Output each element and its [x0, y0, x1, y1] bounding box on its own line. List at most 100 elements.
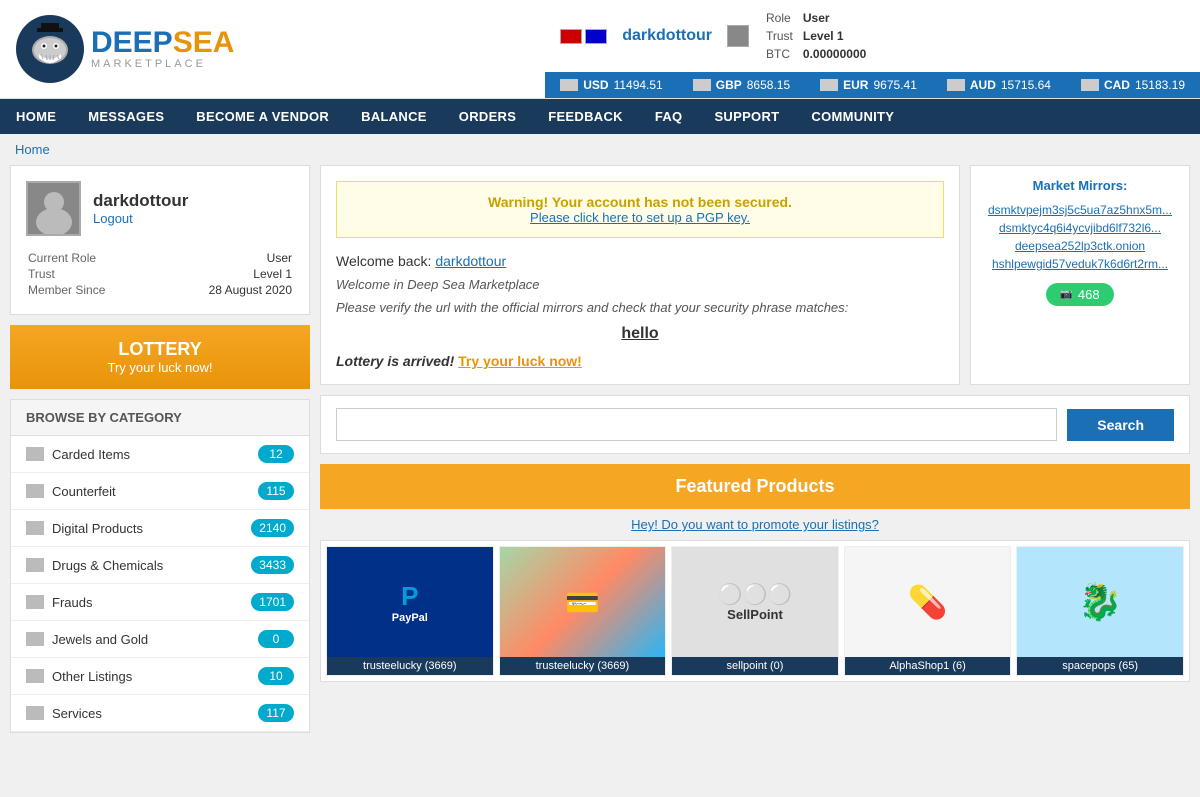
- profile-name-section: darkdottour Logout: [93, 191, 188, 226]
- online-badge: 📷 468: [1046, 283, 1113, 306]
- currency-item-aud: AUD 15715.64: [947, 78, 1051, 92]
- flag-2: [585, 29, 607, 44]
- current-role-label: Current Role: [28, 251, 154, 265]
- mirror-link[interactable]: dsmktvpejm3sj5c5ua7az5hnx5m...: [983, 203, 1177, 217]
- category-item[interactable]: Other Listings 10: [11, 658, 309, 695]
- category-item[interactable]: Carded Items 12: [11, 436, 309, 473]
- member-since-label: Member Since: [28, 283, 154, 297]
- nav-item-home[interactable]: HOME: [0, 99, 72, 134]
- browse-header: BROWSE BY CATEGORY: [11, 400, 309, 436]
- right-header: darkdottour Role User Trust Level 1 BTC …: [545, 0, 1200, 98]
- category-icon: [26, 669, 44, 683]
- welcome-username[interactable]: darkdottour: [435, 253, 506, 269]
- logo-text: DEEPSEA MARKETPLACE: [91, 28, 234, 70]
- product-card[interactable]: ⚪⚪⚪ SellPoint sellpoint (0): [671, 546, 839, 676]
- category-item[interactable]: Counterfeit 115: [11, 473, 309, 510]
- product-image: 💊: [845, 547, 1011, 657]
- breadcrumb-home[interactable]: Home: [15, 142, 50, 157]
- product-seller: AlphaShop1 (6): [845, 657, 1011, 675]
- top-section: Warning! Your account has not been secur…: [320, 165, 1190, 385]
- warning-box: Warning! Your account has not been secur…: [336, 181, 944, 238]
- flag-aud: [947, 79, 965, 91]
- profile-top: darkdottour Logout: [26, 181, 294, 236]
- nav-item-balance[interactable]: BALANCE: [345, 99, 443, 134]
- currency-item-cad: CAD 15183.19: [1081, 78, 1185, 92]
- mirrors-box: Market Mirrors: dsmktvpejm3sj5c5ua7az5hn…: [970, 165, 1190, 385]
- warning-link[interactable]: Please click here to set up a PGP key.: [530, 210, 750, 225]
- featured-header: Featured Products: [320, 464, 1190, 509]
- flag-icons: [560, 29, 607, 44]
- product-seller: sellpoint (0): [672, 657, 838, 675]
- nav-item-support[interactable]: SUPPORT: [698, 99, 795, 134]
- top-header: DEEPSEA MARKETPLACE darkdottour Role Use…: [0, 0, 1200, 99]
- avatar: [26, 181, 81, 236]
- category-name: Services: [52, 706, 250, 721]
- logo-icon: [15, 14, 85, 84]
- nav-item-feedback[interactable]: FEEDBACK: [532, 99, 639, 134]
- browse-section: BROWSE BY CATEGORY Carded Items 12 Count…: [10, 399, 310, 733]
- logo-marketplace: MARKETPLACE: [91, 58, 234, 70]
- nav-item-community[interactable]: COMMUNITY: [795, 99, 910, 134]
- category-item[interactable]: Digital Products 2140: [11, 510, 309, 547]
- lottery-arrived-link[interactable]: Try your luck now!: [458, 353, 582, 369]
- category-icon: [26, 632, 44, 646]
- category-item[interactable]: Drugs & Chemicals 3433: [11, 547, 309, 584]
- category-icon: [26, 484, 44, 498]
- breadcrumb: Home: [0, 134, 1200, 165]
- product-card[interactable]: 💊 AlphaShop1 (6): [844, 546, 1012, 676]
- search-input[interactable]: [336, 408, 1057, 441]
- category-item[interactable]: Services 117: [11, 695, 309, 732]
- category-icon: [26, 706, 44, 720]
- promote-anchor[interactable]: Hey! Do you want to promote your listing…: [631, 517, 879, 532]
- product-card[interactable]: 💳 trusteelucky (3669): [499, 546, 667, 676]
- promote-link: Hey! Do you want to promote your listing…: [320, 509, 1190, 540]
- mirror-link[interactable]: hshlpewgid57veduk7k6d6rt2rm...: [983, 257, 1177, 271]
- header-username: darkdottour: [622, 27, 712, 45]
- logout-link[interactable]: Logout: [93, 211, 133, 226]
- logo-deep: DEEPSEA: [91, 28, 234, 58]
- sidebar: darkdottour Logout Current Role User Tru…: [10, 165, 310, 733]
- currency-bar: USD 11494.51GBP 8658.15EUR 9675.41AUD 15…: [545, 72, 1200, 98]
- category-item[interactable]: Frauds 1701: [11, 584, 309, 621]
- warning-title: Warning! Your account has not been secur…: [357, 194, 923, 210]
- welcome-line1: Welcome in Deep Sea Marketplace: [336, 277, 944, 292]
- trust-value-profile: Level 1: [156, 267, 292, 281]
- member-since-value: 28 August 2020: [156, 283, 292, 297]
- nav-item-faq[interactable]: FAQ: [639, 99, 699, 134]
- category-icon: [26, 521, 44, 535]
- trust-label: Trust: [766, 28, 801, 44]
- category-name: Carded Items: [52, 447, 250, 462]
- category-name: Drugs & Chemicals: [52, 558, 243, 573]
- category-item[interactable]: Jewels and Gold 0: [11, 621, 309, 658]
- category-count: 2140: [251, 519, 294, 537]
- categories-list: Carded Items 12 Counterfeit 115 Digital …: [11, 436, 309, 732]
- search-button[interactable]: Search: [1067, 409, 1174, 441]
- category-name: Frauds: [52, 595, 243, 610]
- category-count: 3433: [251, 556, 294, 574]
- lottery-title: LOTTERY: [118, 339, 201, 359]
- online-count: 468: [1078, 287, 1100, 302]
- category-name: Counterfeit: [52, 484, 250, 499]
- logo-section: DEEPSEA MARKETPLACE: [0, 0, 249, 98]
- nav-item-messages[interactable]: MESSAGES: [72, 99, 180, 134]
- mirror-link[interactable]: dsmktyc4q6i4ycvjibd6lf732l6...: [983, 221, 1177, 235]
- featured-section: Featured Products Hey! Do you want to pr…: [320, 464, 1190, 682]
- main-content: Warning! Your account has not been secur…: [320, 165, 1190, 733]
- product-seller: spacepops (65): [1017, 657, 1183, 675]
- product-card[interactable]: 🐉 spacepops (65): [1016, 546, 1184, 676]
- flag-gbp: [693, 79, 711, 91]
- flag-eur: [820, 79, 838, 91]
- currency-item-usd: USD 11494.51: [560, 78, 663, 92]
- lottery-button[interactable]: LOTTERY Try your luck now!: [10, 325, 310, 389]
- category-count: 117: [258, 704, 294, 722]
- nav-item-orders[interactable]: ORDERS: [443, 99, 532, 134]
- mirror-link[interactable]: deepsea252lp3ctk.onion: [983, 239, 1177, 253]
- product-card[interactable]: P PayPal trusteelucky (3669): [326, 546, 494, 676]
- welcome-text: Welcome back: darkdottour: [336, 253, 944, 269]
- category-icon: [26, 595, 44, 609]
- category-name: Other Listings: [52, 669, 250, 684]
- nav-item-become-a-vendor[interactable]: BECOME A VENDOR: [180, 99, 345, 134]
- category-name: Digital Products: [52, 521, 243, 536]
- category-count: 10: [258, 667, 294, 685]
- category-count: 0: [258, 630, 294, 648]
